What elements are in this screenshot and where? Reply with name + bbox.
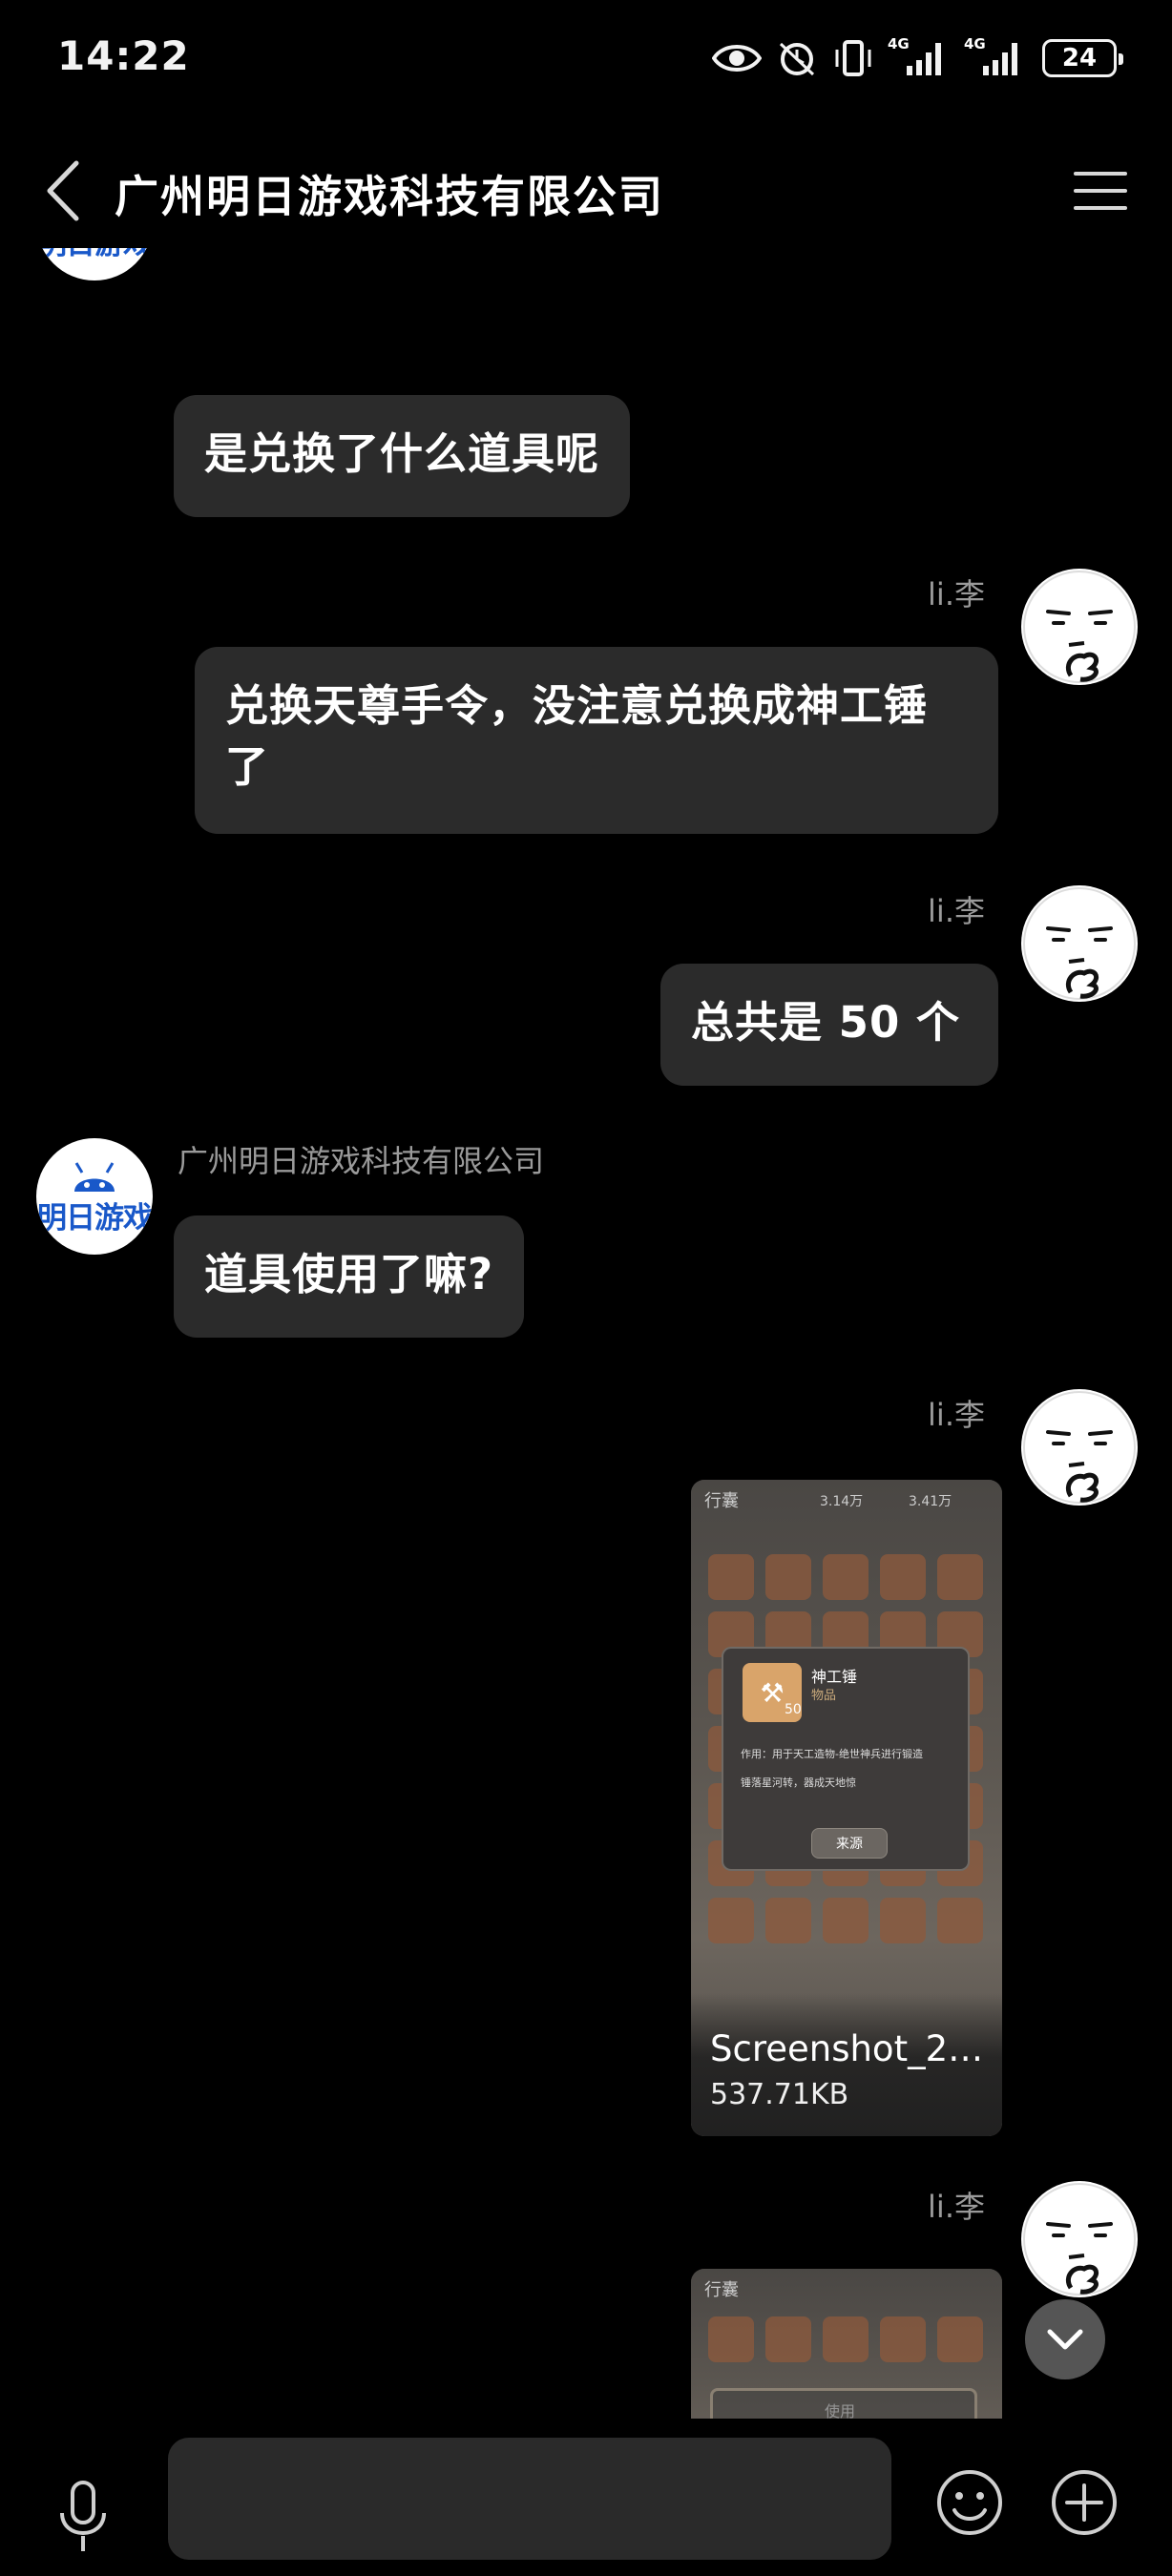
message-input[interactable] (168, 2438, 891, 2560)
company-avatar[interactable]: 明日游戏 (36, 1138, 153, 1255)
file-name: Screenshot_2… (710, 2028, 984, 2069)
status-icons: 4G 4G 24 (712, 34, 1123, 82)
status-time: 14:22 (57, 32, 190, 79)
popup-frame (710, 2388, 977, 2419)
alarm-icon (779, 42, 815, 76)
company-avatar[interactable]: 明日游戏 (36, 248, 153, 280)
user-avatar[interactable] (1021, 2181, 1138, 2297)
thinking-face-icon (1023, 2183, 1136, 2296)
voice-button[interactable] (50, 2476, 116, 2558)
chat-header: 广州明日游戏科技有限公司 (0, 134, 1172, 248)
message-text: 总共是 50 个 (691, 997, 960, 1048)
sender-name: li.李 (928, 2189, 985, 2225)
microphone-icon (60, 2481, 106, 2551)
battery-icon: 24 (1042, 39, 1123, 77)
status-bar: 14:22 4G 4G 24 (0, 0, 1172, 114)
user-avatar[interactable] (1021, 1389, 1138, 1506)
screenshot-top-label: 行囊 (704, 2280, 739, 2300)
eye-icon (712, 45, 762, 72)
vibrate-icon (835, 40, 871, 76)
user-avatar[interactable] (1021, 569, 1138, 685)
signal-icon: 4G (964, 35, 1027, 77)
smiley-icon (937, 2470, 1002, 2535)
scroll-to-bottom-button[interactable] (1025, 2299, 1105, 2379)
sender-name: li.李 (928, 1397, 985, 1433)
chat-messages[interactable]: 明日游戏 是兑换了什么道具呢 li.李 兑换天尊手令，没注意兑换成神工锤了 li… (0, 248, 1172, 2419)
image-message[interactable]: 行囊 3.14万 3.41万 ⚒ 50 神工锤 物品 作用：用于天工造物-绝世神… (691, 1480, 1002, 2136)
thinking-face-icon (1023, 887, 1136, 1000)
image-message[interactable]: 行囊 使用 (691, 2269, 1002, 2419)
message-bubble[interactable]: 总共是 50 个 (660, 964, 998, 1086)
battery-level: 24 (1061, 44, 1098, 73)
network-label: 4G (964, 35, 986, 52)
sender-name: li.李 (928, 893, 985, 929)
chevron-down-icon (1047, 2329, 1083, 2350)
item-popup: ⚒ 50 神工锤 物品 作用：用于天工造物-绝世神兵进行锻造 锤落星河转，器成天… (722, 1647, 970, 1871)
inventory-grid (708, 2316, 987, 2362)
message-text: 道具使用了嘛? (204, 1249, 494, 1299)
item-count: 50 (785, 1702, 802, 1717)
back-button[interactable] (34, 156, 92, 225)
item-type: 物品 (811, 1689, 837, 1703)
message-text: 是兑换了什么道具呢 (204, 428, 600, 479)
user-avatar[interactable] (1021, 885, 1138, 1002)
input-bar (0, 2419, 1172, 2576)
message-text: 兑换天尊手令，没注意兑换成神工锤了 (225, 680, 929, 792)
emoji-button[interactable] (931, 2464, 1008, 2541)
android-logo-icon (74, 1161, 115, 1192)
add-button[interactable] (1046, 2464, 1122, 2541)
thinking-face-icon (1023, 1391, 1136, 1504)
thinking-face-icon (1023, 571, 1136, 683)
company-logo-text: 明日游戏 (37, 248, 153, 262)
source-button: 来源 (811, 1828, 888, 1859)
screenshot-top-label: 行囊 (704, 1491, 739, 1511)
menu-button[interactable] (1067, 160, 1134, 221)
sender-name: li.李 (928, 576, 985, 613)
chevron-left-icon (47, 160, 79, 221)
menu-icon (1074, 172, 1127, 210)
plus-circle-icon (1052, 2470, 1117, 2535)
screenshot-stat: 3.41万 (909, 1494, 952, 1509)
message-bubble[interactable]: 是兑换了什么道具呢 (174, 395, 631, 517)
message-bubble[interactable]: 道具使用了嘛? (174, 1215, 525, 1338)
item-name: 神工锤 (811, 1668, 858, 1686)
item-description: 锤落星河转，器成天地惊 (741, 1776, 856, 1789)
sender-name: 广州明日游戏科技有限公司 (178, 1143, 545, 1179)
file-size: 537.71KB (710, 2078, 849, 2111)
page-title: 广州明日游戏科技有限公司 (115, 171, 664, 222)
signal-icon: 4G (888, 35, 951, 77)
network-label: 4G (888, 35, 910, 52)
message-bubble[interactable]: 兑换天尊手令，没注意兑换成神工锤了 (195, 647, 998, 834)
screenshot-stat: 3.14万 (820, 1494, 864, 1509)
company-logo-text: 明日游戏 (37, 1200, 153, 1236)
item-description: 作用：用于天工造物-绝世神兵进行锻造 (741, 1748, 923, 1760)
